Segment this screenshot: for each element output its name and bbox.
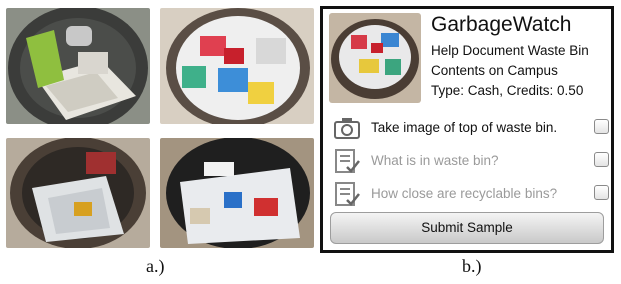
app-thumbnail-image [329,13,421,103]
task-label: What is in waste bin? [371,153,499,168]
waste-bin-photo-3 [6,138,150,248]
submit-sample-button[interactable]: Submit Sample [330,212,604,244]
task-label: Take image of top of waste bin. [371,120,558,135]
app-screen: GarbageWatch Help Document Waste Bin Con… [320,6,614,253]
app-description-line-2: Contents on Campus [431,63,558,78]
task-checkbox[interactable] [594,185,609,200]
task-checkbox[interactable] [594,152,609,167]
waste-bin-photo-4 [160,138,314,248]
task-recycle-distance[interactable]: How close are recyclable bins? [333,181,609,207]
task-take-image[interactable]: Take image of top of waste bin. [333,115,609,141]
task-checkbox[interactable] [594,119,609,134]
caption-b: b.) [462,256,482,276]
waste-bin-photo-2 [160,8,314,124]
caption-a: a.) [146,256,165,276]
waste-bin-photo-1 [6,8,150,124]
app-title: GarbageWatch [431,13,572,36]
task-what-in-bin[interactable]: What is in waste bin? [333,148,609,174]
checklist-icon [333,181,361,207]
checklist-icon [333,148,361,174]
camera-icon [333,115,361,141]
task-label: How close are recyclable bins? [371,186,558,201]
task-type-credits: Type: Cash, Credits: 0.50 [431,83,584,98]
app-description-line-1: Help Document Waste Bin [431,43,589,58]
